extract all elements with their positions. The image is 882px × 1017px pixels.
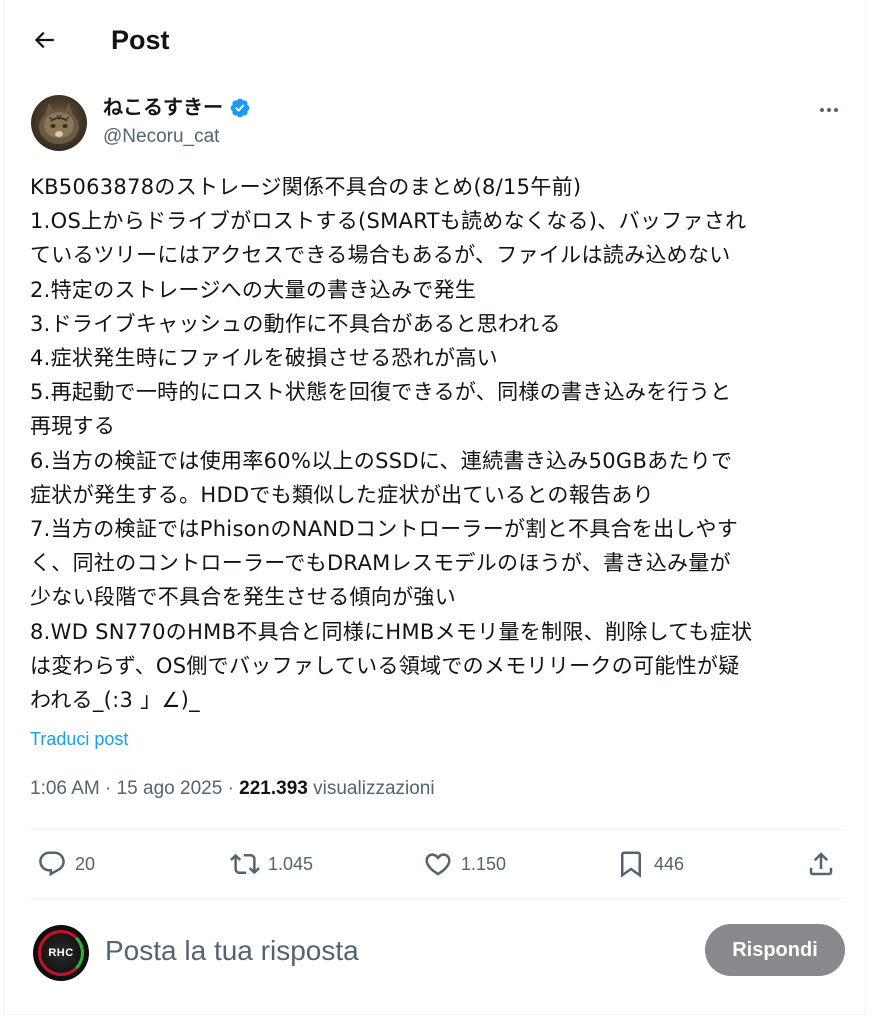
tweet-line: 4.症状発生時にファイルを破損させる恐れが高い: [30, 346, 498, 371]
repost-count: 1.045: [268, 853, 314, 874]
reply-input[interactable]: [105, 932, 685, 970]
repost-button[interactable]: 1.045: [230, 845, 313, 883]
author-name: ねこるすきー: [103, 97, 223, 119]
tweet-line: 5.再起動で一時的にロスト状態を回復できるが、同様の書き込みを行うと: [30, 380, 732, 405]
like-count: 1.150: [461, 853, 507, 874]
bookmark-count: 446: [654, 853, 685, 874]
reply-count: 20: [75, 853, 96, 874]
post-meta: 1:06 AM · 15 ago 2025 · 221.393 visualiz…: [30, 776, 435, 802]
divider: [30, 829, 845, 830]
bookmark-button[interactable]: 446: [616, 845, 684, 883]
translate-post-link[interactable]: Traduci post: [30, 727, 128, 751]
reply-avatar-text: RHC: [48, 947, 74, 959]
post-time[interactable]: 1:06 AM: [30, 778, 100, 799]
reply-button[interactable]: 20: [37, 845, 95, 883]
share-icon: [809, 852, 833, 876]
post-date[interactable]: 15 ago 2025: [117, 778, 223, 799]
author-handle[interactable]: @Necoru_cat: [103, 125, 219, 149]
tweet-line: は変わらず、OS側でバッファしている領域でのメモリリークの可能性が疑: [30, 653, 740, 678]
tweet-line: 2.特定のストレージへの大量の書き込みで発生: [30, 277, 477, 302]
back-button[interactable]: [26, 22, 62, 58]
tweet-line: われる_(:3 」∠)_: [30, 688, 200, 713]
reply-avatar-logo: RHC: [38, 930, 84, 976]
tweet-text: KB5063878のストレージ関係不具合のまとめ(8/15午前) 1.OS上から…: [30, 170, 850, 717]
page-header: Post: [5, 0, 867, 80]
reply-submit-button[interactable]: Rispondi: [705, 924, 845, 976]
tweet-line: 7.当方の検証ではPhisonのNANDコントローラーが割と不具合を出しやす: [30, 517, 739, 542]
like-icon: [425, 853, 451, 876]
tweet-line: く、同社のコントローラーでもDRAMレスモデルのほうが、書き込み量が: [30, 551, 731, 576]
reply-avatar: RHC: [33, 925, 89, 981]
more-options-button[interactable]: [815, 96, 843, 124]
page-title: Post: [111, 25, 170, 55]
divider: [30, 898, 845, 899]
author-name-row[interactable]: ねこるすきー: [103, 95, 251, 121]
verified-badge-icon: [230, 98, 250, 118]
share-button[interactable]: [806, 845, 836, 883]
tweet-line: 1.OS上からドライブがロストする(SMARTも読めなくなる)、バッファされ: [30, 209, 747, 234]
reply-icon: [39, 851, 65, 877]
meta-separator: ·: [105, 778, 112, 799]
tweet-line: 8.WD SN770のHMB不具合と同様にHMBメモリ量を制限、削除しても症状: [30, 619, 753, 644]
cat-avatar-image: [39, 103, 79, 144]
views-count: 221.393: [239, 778, 308, 799]
tweet-line: 6.当方の検証では使用率60%以上のSSDに、連続書き込み50GBあたりで: [30, 448, 733, 473]
tweet-line: KB5063878のストレージ関係不具合のまとめ(8/15午前): [30, 175, 582, 199]
more-icon: [820, 108, 838, 112]
repost-icon: [230, 853, 260, 875]
like-button[interactable]: 1.150: [423, 845, 506, 883]
views-label: visualizzazioni: [313, 778, 435, 799]
tweet-line: 少ない段階で不具合を発生させる傾向が強い: [30, 585, 456, 610]
tweet-line: ているツリーにはアクセスできる場合もあるが、ファイルは読み込めない: [30, 243, 731, 268]
avatar[interactable]: [31, 95, 87, 151]
bookmark-icon: [621, 851, 641, 878]
tweet-line: 3.ドライブキャッシュの動作に不具合があると思われる: [30, 311, 561, 336]
post-page: Post ねこるすきー @Necoru_cat KB5063878のストレージ関…: [4, 0, 866, 1015]
tweet-line: 症状が発生する。HDDでも類似した症状が出ているとの報告あり: [30, 482, 654, 507]
arrow-left-icon: [34, 31, 54, 49]
tweet-line: 再現する: [30, 414, 116, 439]
meta-separator: ·: [227, 778, 234, 799]
